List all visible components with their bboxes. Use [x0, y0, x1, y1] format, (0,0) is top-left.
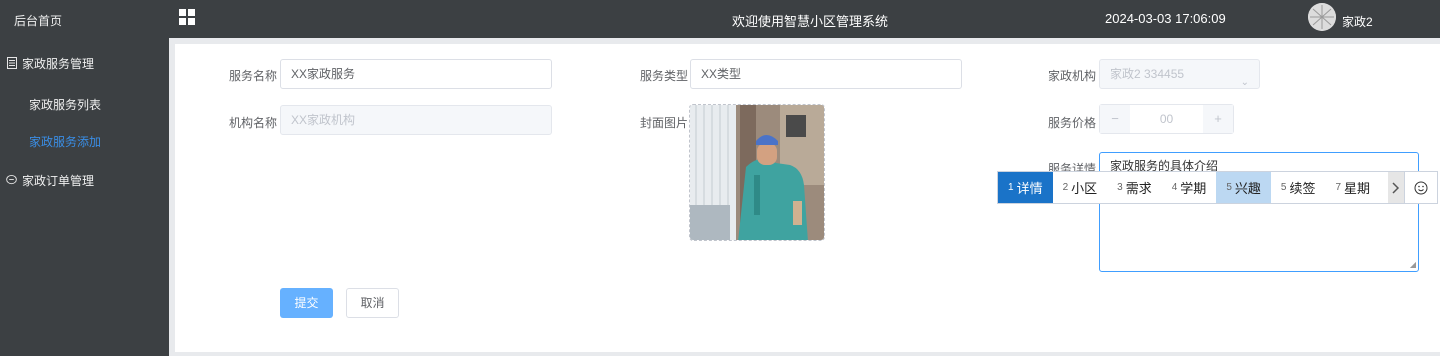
price-stepper[interactable]: − 00 + [1099, 104, 1234, 134]
service-name-input[interactable]: XX家政服务 [280, 59, 552, 89]
agency-label: 家政机构 [1048, 69, 1097, 83]
user-name[interactable]: 家政2 [1342, 13, 1373, 30]
submit-button[interactable]: 提交 [280, 288, 333, 318]
increase-button[interactable]: + [1203, 105, 1233, 133]
price-value[interactable]: 00 [1130, 105, 1203, 133]
resize-handle-icon[interactable]: ◢ [1410, 260, 1416, 269]
datetime: 2024-03-03 17:06:09 [1105, 11, 1226, 26]
agency-select-value: 家政2 334455 [1110, 67, 1185, 81]
sidebar-menu-label: 家政服务管理 [22, 56, 95, 71]
ime-candidate[interactable]: 4 学期 [1162, 172, 1217, 203]
sidebar-menu-service[interactable]: 家政服务管理 [0, 55, 169, 71]
sidebar: 后台首页 家政服务管理 家政服务列表 家政服务添加 家政订单管理 [0, 0, 169, 356]
ime-candidate-bar: 1 详情 2 小区 3 需求 4 学期 5 兴趣 5 续签 7 星期 [997, 171, 1438, 204]
chevron-right-icon[interactable] [1388, 172, 1404, 203]
sidebar-item-service-add[interactable]: 家政服务添加 [29, 133, 101, 150]
cover-image [690, 105, 824, 240]
price-label: 服务价格 [1048, 116, 1097, 130]
page-title: 欢迎使用智慧小区管理系统 [732, 14, 889, 29]
sidebar-menu-label: 家政订单管理 [22, 173, 95, 188]
decrease-button[interactable]: − [1100, 105, 1130, 133]
ime-candidate[interactable]: 3 需求 [1107, 172, 1162, 203]
chevron-down-icon: ⌄ [1240, 77, 1249, 88]
sidebar-item-service-list[interactable]: 家政服务列表 [29, 96, 101, 113]
ime-candidate[interactable]: 7 星期 [1325, 172, 1380, 203]
ime-candidate[interactable]: 5 兴趣 [1216, 172, 1271, 203]
ime-candidate[interactable]: 1 详情 [998, 172, 1053, 203]
chat-icon [6, 174, 17, 186]
agency-select[interactable]: 家政2 334455 ⌄ [1099, 59, 1260, 89]
document-icon [6, 57, 17, 69]
avatar[interactable] [1308, 3, 1336, 31]
service-name-label: 服务名称 [229, 69, 278, 83]
sidebar-menu-order[interactable]: 家政订单管理 [0, 172, 169, 188]
org-name-label: 机构名称 [229, 116, 278, 130]
top-bar: 欢迎使用智慧小区管理系统 2024-03-03 17:06:09 家政2 [169, 0, 1440, 38]
org-name-input[interactable]: XX家政机构 [280, 105, 552, 135]
sidebar-home[interactable]: 后台首页 [14, 12, 62, 29]
cancel-button[interactable]: 取消 [346, 288, 399, 318]
service-type-input[interactable]: XX类型 [690, 59, 962, 89]
ime-candidate[interactable]: 5 续签 [1271, 172, 1326, 203]
service-type-label: 服务类型 [640, 69, 689, 83]
cover-image-upload[interactable] [689, 104, 825, 241]
grid-icon[interactable] [179, 9, 195, 25]
ime-candidate[interactable]: 2 小区 [1053, 172, 1108, 203]
detail-textarea[interactable]: 家政服务的具体介绍 ◢ [1099, 152, 1419, 272]
cover-label: 封面图片 [640, 116, 689, 130]
emoji-icon[interactable] [1404, 172, 1437, 203]
